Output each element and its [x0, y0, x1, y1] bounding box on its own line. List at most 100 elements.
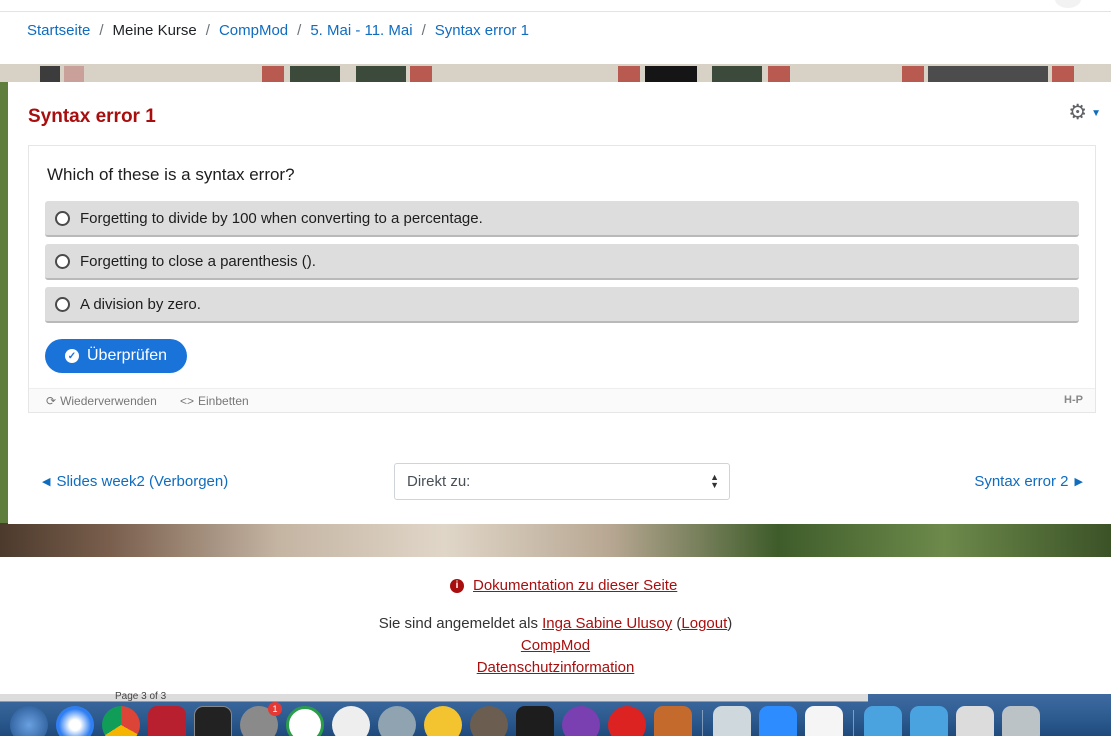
gear-icon: ⚙	[1068, 101, 1088, 124]
h5p-action-bar: ⟳ Wiederverwenden <> Einbetten H-P	[29, 388, 1095, 412]
notification-badge: 1	[268, 702, 282, 716]
window	[64, 66, 84, 82]
window	[712, 66, 762, 82]
login-info: Sie sind angemeldet als Inga Sabine Ulus…	[378, 615, 733, 632]
radio-icon	[55, 210, 70, 226]
answer-option[interactable]: Forgetting to close a parenthesis ().	[45, 244, 1079, 280]
top-header	[0, 0, 1111, 12]
terminal-icon[interactable]	[194, 706, 232, 736]
radio-icon	[55, 253, 70, 269]
app-red-icon[interactable]	[148, 706, 186, 736]
breadcrumb-home[interactable]: Startseite	[27, 22, 90, 39]
radio-icon	[55, 296, 70, 312]
app-yellow-icon[interactable]	[424, 706, 462, 736]
window	[618, 66, 640, 82]
breadcrumb: Startseite / Meine Kurse / CompMod / 5. …	[27, 22, 529, 39]
breadcrumb-separator: /	[205, 22, 210, 39]
documents-stack-icon[interactable]	[956, 706, 994, 736]
window	[290, 66, 340, 82]
safari-icon[interactable]	[56, 706, 94, 736]
dock-divider	[702, 710, 703, 736]
logout-link[interactable]: Logout	[681, 615, 727, 632]
next-activity-label: Syntax error 2	[974, 473, 1069, 490]
macos-dock: Page 3 of 3 1	[0, 691, 1111, 736]
login-prefix: Sie sind angemeldet als	[378, 615, 538, 632]
main-content-card: Syntax error 1 ⚙ ▼ Which of these is a s…	[8, 82, 1111, 524]
chrome-icon[interactable]	[102, 706, 140, 736]
window	[902, 66, 924, 82]
xquartz-icon[interactable]	[654, 706, 692, 736]
window	[928, 66, 1048, 82]
app-dark-icon[interactable]	[516, 706, 554, 736]
answer-option-label: A division by zero.	[80, 295, 201, 313]
triangle-right-icon: ▶	[1074, 476, 1083, 488]
answer-option-label: Forgetting to close a parenthesis ().	[80, 252, 316, 270]
answer-option[interactable]: A division by zero.	[45, 287, 1079, 323]
dock-divider	[853, 710, 854, 736]
h5p-question-container: Which of these is a syntax error? Forget…	[28, 145, 1096, 413]
breadcrumb-separator: /	[99, 22, 104, 39]
jump-to-select[interactable]: Direkt zu: ▲ ▼	[394, 463, 730, 500]
preview-icon[interactable]	[713, 706, 751, 736]
trash-icon[interactable]	[1002, 706, 1040, 736]
app-green-icon[interactable]	[286, 706, 324, 736]
window	[410, 66, 432, 82]
dock-icons: 1	[10, 702, 1048, 736]
previous-activity-link[interactable]: ◀ Slides week2 (Verborgen)	[42, 473, 228, 490]
previous-activity-label: Slides week2 (Verborgen)	[56, 473, 229, 490]
app-molecule-icon[interactable]	[608, 706, 646, 736]
breadcrumb-course[interactable]: CompMod	[219, 22, 288, 39]
window-edge: Page 3 of 3	[0, 691, 868, 702]
question-prompt: Which of these is a syntax error?	[47, 165, 295, 184]
documentation-link-row: i Dokumentation zu dieser Seite	[450, 577, 677, 594]
check-answer-button[interactable]: ✓ Überprüfen	[45, 339, 188, 373]
zoom-icon[interactable]	[759, 706, 797, 736]
document-icon[interactable]	[805, 706, 843, 736]
jump-to-value: Direkt zu:	[407, 473, 471, 490]
embed-button[interactable]: <> Einbetten	[180, 394, 249, 408]
window	[262, 66, 284, 82]
breadcrumb-week[interactable]: 5. Mai - 11. Mai	[310, 22, 412, 39]
finder-icon[interactable]	[10, 706, 48, 736]
next-activity-link[interactable]: Syntax error 2 ▶	[974, 473, 1083, 490]
page-footer: i Dokumentation zu dieser Seite Sie sind…	[0, 557, 1111, 694]
answer-option[interactable]: Forgetting to divide by 100 when convert…	[45, 201, 1079, 237]
info-icon: i	[450, 578, 464, 593]
applications-folder-icon[interactable]	[864, 706, 902, 736]
triangle-left-icon: ◀	[42, 476, 51, 488]
reuse-label: Wiederverwenden	[60, 394, 157, 408]
breadcrumb-current[interactable]: Syntax error 1	[435, 22, 529, 39]
check-circle-icon: ✓	[65, 349, 79, 363]
downloads-folder-icon[interactable]	[910, 706, 948, 736]
user-avatar[interactable]	[1055, 0, 1081, 8]
check-button-label: Überprüfen	[87, 347, 168, 364]
privacy-link[interactable]: Datenschutzinformation	[0, 659, 1111, 676]
window	[356, 66, 406, 82]
documentation-link[interactable]: Dokumentation zu dieser Seite	[473, 577, 677, 594]
user-profile-link[interactable]: Inga Sabine Ulusoy	[542, 615, 672, 632]
tree-foliage	[0, 82, 8, 542]
refresh-icon: ⟳	[46, 394, 57, 408]
photo-ground	[0, 523, 1111, 557]
page-indicator: Page 3 of 3	[115, 691, 167, 702]
maxima-icon[interactable]	[562, 706, 600, 736]
latexit-icon[interactable]	[332, 706, 370, 736]
breadcrumb-separator: /	[421, 22, 426, 39]
system-preferences-icon[interactable]: 1	[240, 702, 282, 736]
activity-settings-menu[interactable]: ⚙ ▼	[1031, 102, 1101, 134]
tex-icon[interactable]	[378, 706, 416, 736]
caret-down-icon: ▼	[1091, 108, 1101, 119]
breadcrumb-separator: /	[297, 22, 302, 39]
window	[40, 66, 60, 82]
answer-option-label: Forgetting to divide by 100 when convert…	[80, 209, 483, 227]
breadcrumb-my-courses: Meine Kurse	[112, 22, 197, 39]
window	[768, 66, 790, 82]
window	[645, 66, 697, 82]
course-link[interactable]: CompMod	[0, 637, 1111, 654]
select-arrows-icon: ▲ ▼	[710, 472, 719, 490]
h5p-logo[interactable]: H-P	[1064, 394, 1083, 406]
window	[1052, 66, 1074, 82]
page-title: Syntax error 1	[28, 106, 156, 127]
reuse-button[interactable]: ⟳ Wiederverwenden	[46, 394, 157, 408]
gimp-icon[interactable]	[470, 706, 508, 736]
